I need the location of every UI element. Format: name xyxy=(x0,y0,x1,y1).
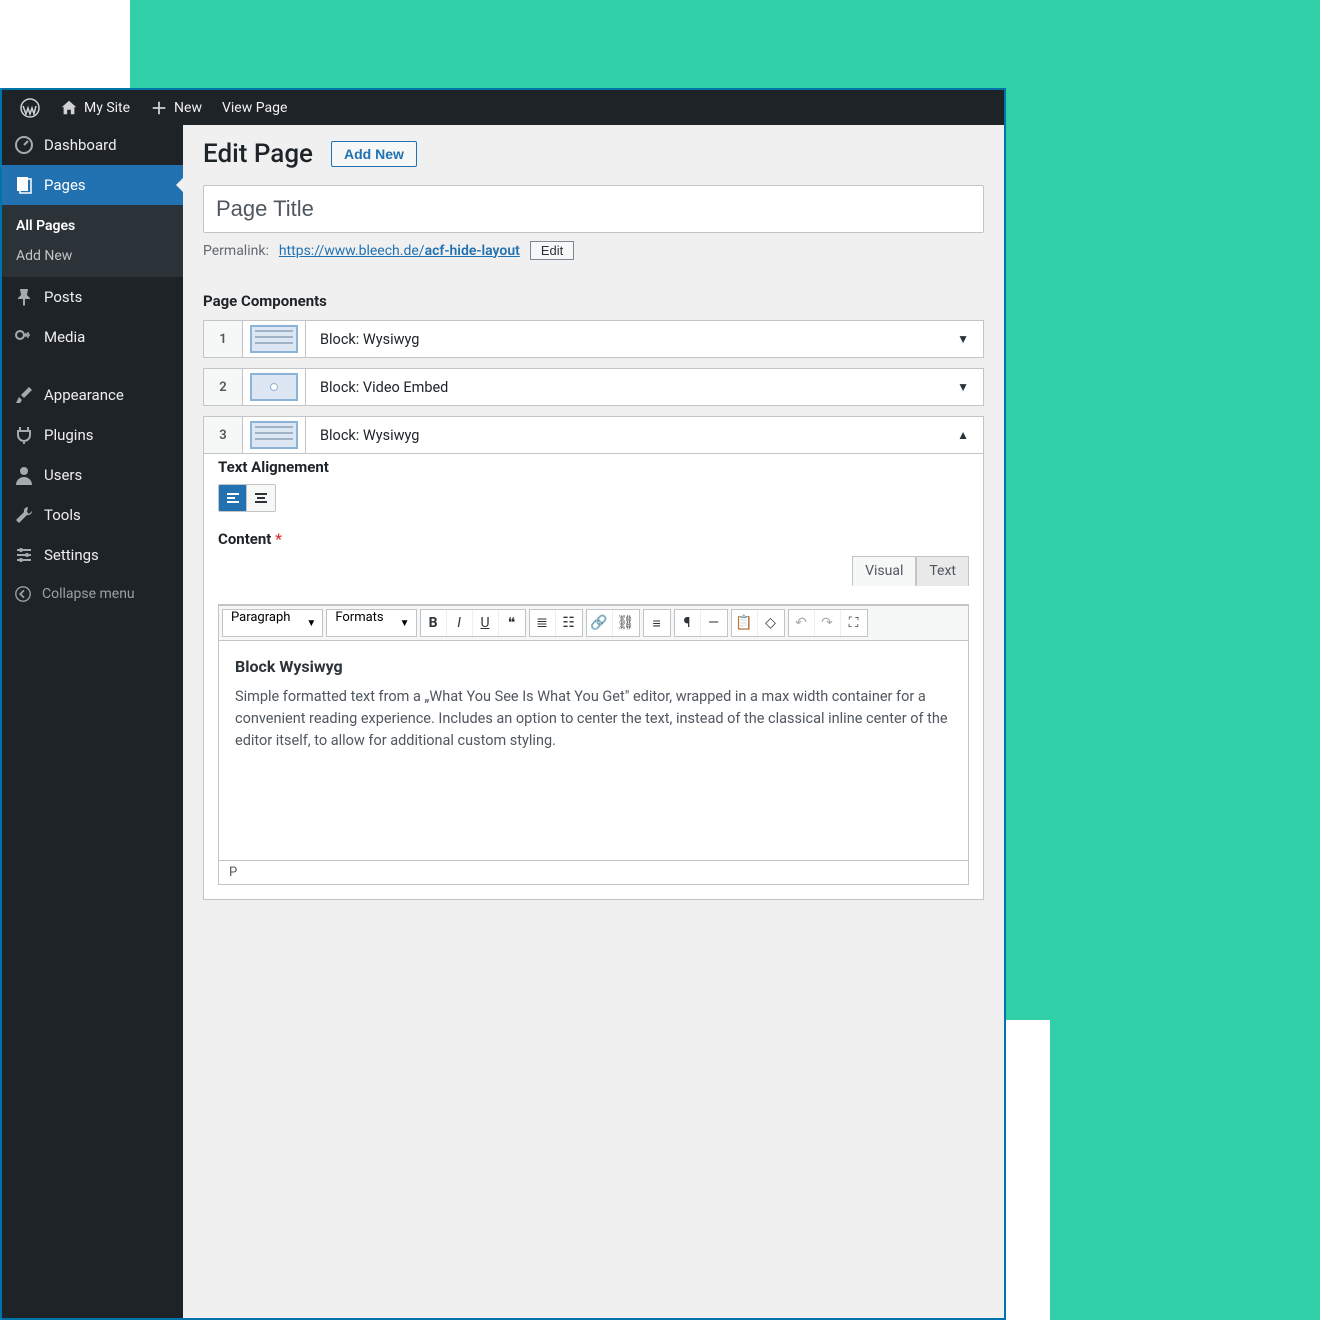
block-number[interactable]: 2 xyxy=(203,368,243,406)
permalink-edit-button[interactable]: Edit xyxy=(530,241,574,260)
tab-text[interactable]: Text xyxy=(916,556,969,586)
site-link[interactable]: My Site xyxy=(50,90,140,125)
sidebar-item-tools[interactable]: Tools xyxy=(2,495,183,535)
bullet-list-button[interactable]: ≣ xyxy=(530,610,556,636)
block-thumb xyxy=(243,368,305,406)
block-row: 1 Block: Wysiwyg ▼ xyxy=(203,320,984,358)
link-button[interactable]: 🔗 xyxy=(587,610,613,636)
dashboard-icon xyxy=(14,135,34,155)
pin-icon xyxy=(14,287,34,307)
bold-button[interactable]: B xyxy=(421,610,447,636)
alignment-buttons xyxy=(218,484,276,512)
submenu-all-pages[interactable]: All Pages xyxy=(2,211,183,241)
blockquote-button[interactable]: ❝ xyxy=(499,610,525,636)
underline-button[interactable]: U xyxy=(473,610,499,636)
block-number[interactable]: 3 xyxy=(203,416,243,454)
tab-visual[interactable]: Visual xyxy=(852,556,916,586)
site-name: My Site xyxy=(84,100,130,116)
page-title-input[interactable] xyxy=(216,196,971,222)
editor-body: Simple formatted text from a „What You S… xyxy=(235,686,952,751)
wrench-icon xyxy=(14,505,34,525)
sidebar-item-users[interactable]: Users xyxy=(2,455,183,495)
title-box xyxy=(203,185,984,233)
editor-path: P xyxy=(219,860,968,884)
main-content: Edit Page Add New Permalink: https://www… xyxy=(183,125,1004,1318)
editor-content[interactable]: Block Wysiwyg Simple formatted text from… xyxy=(219,640,968,860)
fullscreen-button[interactable]: ⛶ xyxy=(841,610,867,636)
paragraph-mark-button[interactable]: ¶ xyxy=(675,610,701,636)
editor-tabs: Visual Text xyxy=(218,555,969,585)
block-thumb xyxy=(243,416,305,454)
block-thumb xyxy=(243,320,305,358)
new-label: New xyxy=(174,100,202,116)
new-link[interactable]: New xyxy=(140,90,212,125)
permalink-link[interactable]: https://www.bleech.de/acf-hide-layout xyxy=(279,243,520,259)
block-toggle[interactable]: Block: Wysiwyg ▲ xyxy=(305,416,984,454)
user-icon xyxy=(14,465,34,485)
alignment-label: Text Alignement xyxy=(218,458,969,476)
align-center-button[interactable] xyxy=(247,485,275,511)
sidebar-item-dashboard[interactable]: Dashboard xyxy=(2,125,183,165)
hr-button[interactable]: ― xyxy=(701,610,727,636)
collapse-icon xyxy=(14,585,32,603)
unlink-button[interactable]: ⛓ xyxy=(613,610,639,636)
italic-button[interactable]: I xyxy=(447,610,473,636)
components-heading: Page Components xyxy=(203,292,984,310)
block-toggle[interactable]: Block: Video Embed ▼ xyxy=(305,368,984,406)
add-new-button[interactable]: Add New xyxy=(331,141,417,167)
permalink-label: Permalink: xyxy=(203,243,269,259)
block-row: 3 Block: Wysiwyg ▲ xyxy=(203,416,984,454)
align-left-button[interactable] xyxy=(219,485,247,511)
sidebar-item-posts[interactable]: Posts xyxy=(2,277,183,317)
pages-icon xyxy=(14,175,34,195)
block-panel: Text Alignement Content * Visual xyxy=(203,444,984,900)
view-page-link[interactable]: View Page xyxy=(212,90,297,125)
home-icon xyxy=(60,99,78,117)
wp-logo[interactable] xyxy=(10,90,50,125)
editor-heading: Block Wysiwyg xyxy=(235,657,952,676)
sidebar-item-appearance[interactable]: Appearance xyxy=(2,375,183,415)
admin-topbar: My Site New View Page xyxy=(2,90,1004,125)
brush-icon xyxy=(14,385,34,405)
sliders-icon xyxy=(14,545,34,565)
content-label: Content * xyxy=(218,530,969,548)
media-icon xyxy=(14,327,34,347)
chevron-up-icon: ▲ xyxy=(957,428,969,442)
block-toggle[interactable]: Block: Wysiwyg ▼ xyxy=(305,320,984,358)
admin-sidebar: Dashboard Pages All Pages Add New Posts … xyxy=(2,125,183,1318)
chevron-down-icon: ▼ xyxy=(957,332,969,346)
sidebar-item-pages[interactable]: Pages xyxy=(2,165,183,205)
number-list-button[interactable]: ☷ xyxy=(556,610,582,636)
page-header: Edit Page Add New xyxy=(203,139,984,169)
chevron-down-icon: ▼ xyxy=(957,380,969,394)
editor-toolbar: Paragraph▼ Formats▼ B I U ❝ xyxy=(219,605,968,640)
submenu-add-new[interactable]: Add New xyxy=(2,241,183,271)
pages-submenu: All Pages Add New xyxy=(2,205,183,277)
sidebar-item-media[interactable]: Media xyxy=(2,317,183,357)
formats-select[interactable]: Formats▼ xyxy=(326,609,416,637)
undo-button[interactable]: ↶ xyxy=(789,610,815,636)
clear-format-button[interactable]: ◇ xyxy=(758,610,784,636)
paste-button[interactable]: 📋 xyxy=(732,610,758,636)
plug-icon xyxy=(14,425,34,445)
permalink-row: Permalink: https://www.bleech.de/acf-hid… xyxy=(203,241,984,260)
block-number[interactable]: 1 xyxy=(203,320,243,358)
sidebar-item-settings[interactable]: Settings xyxy=(2,535,183,575)
collapse-menu[interactable]: Collapse menu xyxy=(2,575,183,613)
paragraph-select[interactable]: Paragraph▼ xyxy=(222,609,323,637)
editor-box: Paragraph▼ Formats▼ B I U ❝ xyxy=(218,604,969,885)
page-title: Edit Page xyxy=(203,139,313,169)
redo-button[interactable]: ↷ xyxy=(815,610,841,636)
sidebar-item-plugins[interactable]: Plugins xyxy=(2,415,183,455)
align-button[interactable]: ≡ xyxy=(644,610,670,636)
plus-icon xyxy=(150,99,168,117)
block-row: 2 Block: Video Embed ▼ xyxy=(203,368,984,406)
wp-admin-window: My Site New View Page Dashboard Pages Al… xyxy=(0,88,1006,1320)
